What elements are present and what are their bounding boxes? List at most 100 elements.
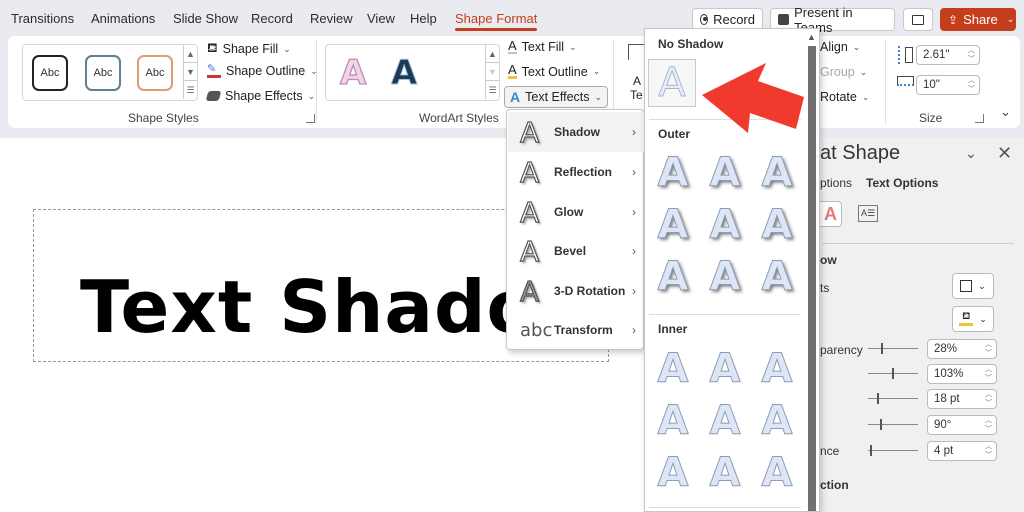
spinner-icon[interactable]: ︿ ﹀ bbox=[985, 365, 992, 383]
no-shadow-option[interactable]: A bbox=[648, 59, 696, 107]
shape-styles-scroll[interactable]: ▲ ▼ ☰ bbox=[183, 45, 197, 99]
wordart-scroll[interactable]: ▲ ▼ ☰ bbox=[485, 45, 499, 99]
comments-button[interactable] bbox=[903, 8, 933, 31]
menu-item-reflection[interactable]: A Reflection › bbox=[508, 152, 644, 192]
shadow-color-dropdown[interactable]: ⛾ ⌄ bbox=[952, 306, 994, 332]
spinner-icon[interactable]: ︿ ﹀ bbox=[985, 340, 992, 358]
share-dropdown-icon[interactable]: ⌄ bbox=[1007, 14, 1015, 25]
tab-help[interactable]: Help bbox=[410, 11, 437, 26]
menu-item-bevel[interactable]: A Bevel › bbox=[508, 231, 644, 271]
blur-slider[interactable] bbox=[868, 393, 918, 404]
inner-shadow-option-8[interactable]: A bbox=[701, 449, 749, 497]
shadow-section-header[interactable]: ow bbox=[820, 253, 837, 267]
blur-input[interactable]: 18 pt ︿ ﹀ bbox=[927, 389, 997, 409]
inner-shadow-option-7[interactable]: A bbox=[649, 449, 697, 497]
inner-shadow-option-5[interactable]: A bbox=[701, 397, 749, 445]
inner-shadow-option-6[interactable]: A bbox=[753, 397, 801, 445]
slider-thumb[interactable] bbox=[880, 419, 882, 430]
pane-options-chevron-icon[interactable]: ⌄ bbox=[965, 145, 977, 162]
outer-shadow-option-8[interactable]: A bbox=[701, 253, 749, 301]
tab-text-options[interactable]: Text Options bbox=[866, 176, 938, 190]
shape-effects-button[interactable]: Shape Effects ⌄ bbox=[205, 89, 315, 103]
slider-thumb[interactable] bbox=[876, 393, 879, 404]
distance-input[interactable]: 4 pt ︿ ﹀ bbox=[927, 441, 997, 461]
size-input[interactable]: 103% ︿ ﹀ bbox=[927, 364, 997, 384]
scrollbar-thumb[interactable] bbox=[808, 46, 816, 511]
spinner-icon[interactable]: ︿ ﹀ bbox=[985, 416, 992, 434]
angle-input[interactable]: 90° ︿ ﹀ bbox=[927, 415, 997, 435]
inner-shadow-option-2[interactable]: A bbox=[701, 345, 749, 393]
transparency-input[interactable]: 28% ︿ ﹀ bbox=[927, 339, 997, 359]
slider-thumb[interactable] bbox=[881, 343, 884, 354]
scroll-up-icon[interactable]: ▲ bbox=[486, 45, 499, 63]
more-icon[interactable]: ☰ bbox=[184, 81, 197, 99]
share-button[interactable]: ⇪ Share ⌄ bbox=[940, 8, 1016, 31]
inner-shadow-option-4[interactable]: A bbox=[649, 397, 697, 445]
gallery-scrollbar[interactable]: ▲ bbox=[805, 29, 819, 511]
scroll-up-icon[interactable]: ▲ bbox=[807, 32, 816, 42]
tab-review[interactable]: Review bbox=[310, 11, 353, 26]
slide-text[interactable]: Text Shadow bbox=[80, 265, 510, 349]
wordart-preset-1[interactable]: A bbox=[339, 52, 367, 93]
text-effects-icon: A bbox=[510, 89, 521, 105]
slider-thumb[interactable] bbox=[892, 368, 894, 379]
outer-shadow-option-9[interactable]: A bbox=[753, 253, 801, 301]
width-spinner-icon[interactable]: ︿ ﹀ bbox=[968, 76, 975, 94]
more-icon[interactable]: ☰ bbox=[486, 81, 499, 99]
tab-animations[interactable]: Animations bbox=[91, 11, 155, 26]
tab-record[interactable]: Record bbox=[251, 11, 293, 26]
menu-item-transform[interactable]: abc Transform › bbox=[508, 310, 644, 350]
textbox-tab-icon[interactable]: A☰ bbox=[858, 205, 878, 222]
shape-fill-button[interactable]: ⛾ Shape Fill ⌄ bbox=[207, 40, 291, 58]
slider-thumb[interactable] bbox=[869, 445, 872, 456]
rotate-button[interactable]: Rotate ⌄ bbox=[820, 90, 869, 104]
shape-style-preset-3[interactable]: Abc bbox=[137, 55, 173, 91]
reflection-section-header[interactable]: ction bbox=[820, 478, 849, 492]
outer-shadow-option-3[interactable]: A bbox=[753, 149, 801, 197]
collapse-ribbon-icon[interactable]: ⌄ bbox=[1000, 104, 1011, 120]
inner-shadow-option-1[interactable]: A bbox=[649, 345, 697, 393]
tab-shape-options[interactable]: ptions bbox=[820, 176, 852, 190]
menu-item-glow[interactable]: A Glow › bbox=[508, 192, 644, 232]
outer-shadow-option-4[interactable]: A bbox=[649, 201, 697, 249]
outer-shadow-option-2[interactable]: A bbox=[701, 149, 749, 197]
outer-shadow-option-5[interactable]: A bbox=[701, 201, 749, 249]
menu-item-3d-rotation[interactable]: A 3-D Rotation › bbox=[508, 271, 644, 311]
shape-styles-launcher-icon[interactable] bbox=[306, 114, 315, 123]
tab-view[interactable]: View bbox=[367, 11, 395, 26]
outer-shadow-option-6[interactable]: A bbox=[753, 201, 801, 249]
menu-item-label: Shadow bbox=[554, 125, 601, 139]
height-input[interactable]: 2.61" ︿ ﹀ bbox=[916, 45, 980, 65]
tab-slide-show[interactable]: Slide Show bbox=[173, 11, 238, 26]
close-pane-icon[interactable]: ✕ bbox=[997, 143, 1012, 164]
size-slider[interactable] bbox=[868, 368, 918, 379]
wordart-preset-2[interactable]: A bbox=[390, 53, 417, 94]
distance-slider[interactable] bbox=[868, 445, 918, 456]
scroll-up-icon[interactable]: ▲ bbox=[184, 45, 197, 63]
text-fill-button[interactable]: A Text Fill ⌄ bbox=[508, 39, 577, 54]
menu-item-shadow[interactable]: A Shadow › bbox=[508, 112, 644, 152]
shadow-presets-dropdown[interactable]: ⌄ bbox=[952, 273, 994, 299]
text-outline-button[interactable]: A Text Outline ⌄ bbox=[508, 63, 600, 79]
shape-style-preset-2[interactable]: Abc bbox=[85, 55, 121, 91]
shape-style-preset-1[interactable]: Abc bbox=[32, 55, 68, 91]
height-spinner-icon[interactable]: ︿ ﹀ bbox=[968, 46, 975, 64]
shape-outline-button[interactable]: ✎ Shape Outline ⌄ bbox=[207, 64, 318, 78]
transparency-slider[interactable] bbox=[868, 343, 918, 354]
spinner-icon[interactable]: ︿ ﹀ bbox=[985, 390, 992, 408]
size-launcher-icon[interactable] bbox=[975, 114, 984, 123]
scroll-down-icon[interactable]: ▼ bbox=[184, 63, 197, 81]
inner-shadow-option-9[interactable]: A bbox=[753, 449, 801, 497]
outer-shadow-option-1[interactable]: A bbox=[649, 149, 697, 197]
spinner-icon[interactable]: ︿ ﹀ bbox=[985, 442, 992, 460]
height-value: 2.61" bbox=[923, 49, 950, 61]
tab-shape-format[interactable]: Shape Format bbox=[455, 11, 538, 31]
text-effects-tab-icon[interactable]: A bbox=[820, 201, 842, 227]
tab-transitions[interactable]: Transitions bbox=[11, 11, 74, 26]
outer-shadow-option-7[interactable]: A bbox=[649, 253, 697, 301]
angle-slider[interactable] bbox=[868, 419, 918, 430]
width-input[interactable]: 10" ︿ ﹀ bbox=[916, 75, 980, 95]
text-effects-button[interactable]: A Text Effects ⌄ bbox=[504, 86, 609, 108]
align-button[interactable]: Align ⌄ bbox=[820, 40, 860, 54]
inner-shadow-option-3[interactable]: A bbox=[753, 345, 801, 393]
